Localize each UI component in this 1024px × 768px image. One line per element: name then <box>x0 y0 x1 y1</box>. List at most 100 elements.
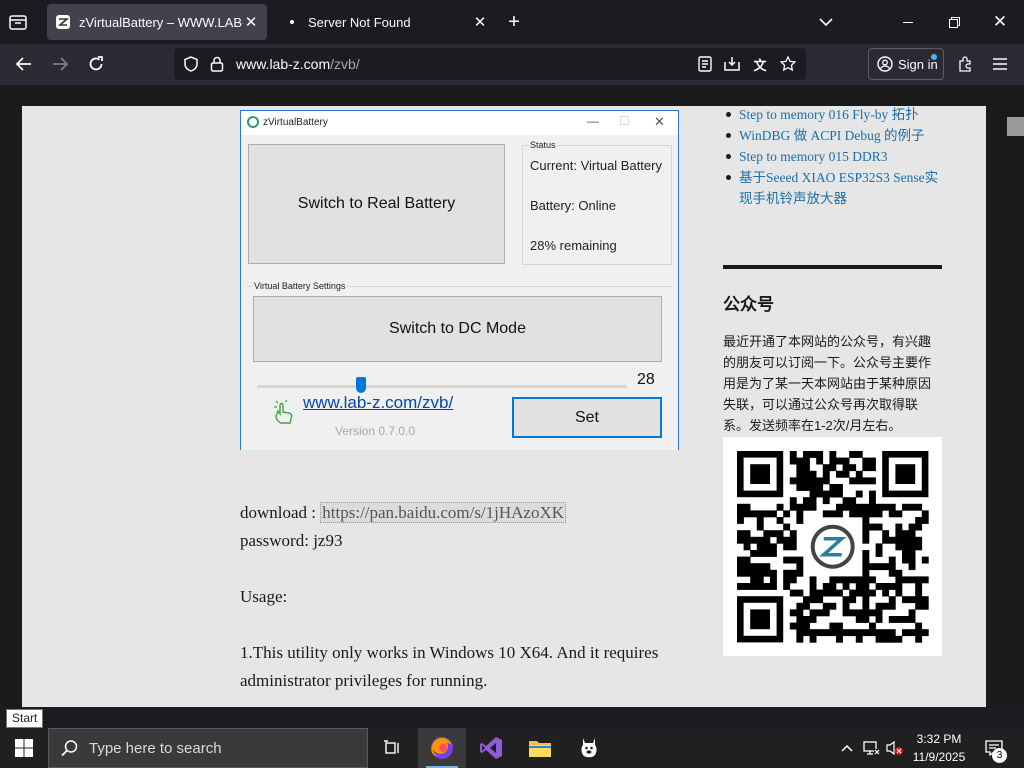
app-minimize-icon: — <box>587 114 599 128</box>
url-text[interactable]: www.lab-z.com/zvb/ <box>236 56 360 72</box>
tab-dot-icon <box>284 14 300 30</box>
reload-icon[interactable] <box>86 54 106 74</box>
download-link[interactable]: https://pan.baidu.com/s/1jHAzoXK <box>320 502 567 523</box>
bookmark-star-icon[interactable] <box>779 55 797 73</box>
taskbar-app-llama[interactable] <box>565 728 613 768</box>
slider-value: 28 <box>637 371 655 388</box>
navigation-toolbar: www.lab-z.com/zvb/ 文 Sign in <box>0 44 1024 85</box>
app-version: Version 0.7.0.0 <box>335 424 416 438</box>
page-content: zVirtualBattery — ☐ ✕ Switch to Real Bat… <box>22 106 986 707</box>
app-icon <box>247 116 259 128</box>
recent-post-item[interactable]: Step to memory 015 DDR3 <box>722 146 944 167</box>
status-legend: Status <box>529 140 557 150</box>
tab-title: Server Not Found <box>308 14 411 30</box>
battery-level-slider-thumb <box>355 377 366 393</box>
hand-pointer-icon <box>273 399 295 430</box>
download-line: download : https://pan.baidu.com/s/1jHAz… <box>240 502 567 523</box>
wechat-heading: 公众号 <box>723 295 774 314</box>
list-tabs-icon[interactable] <box>816 12 836 32</box>
search-placeholder: Type here to search <box>89 739 222 757</box>
post-link[interactable]: WinDBG 做 ACPI Debug 的例子 <box>739 125 945 146</box>
tracking-protection-icon[interactable] <box>182 55 200 73</box>
recent-post-item[interactable]: WinDBG 做 ACPI Debug 的例子 <box>722 125 944 146</box>
sidebar: Step to memory 016 Fly-by 拓扑 WinDBG 做 AC… <box>722 106 944 707</box>
close-tab-icon[interactable]: ✕ <box>243 13 259 31</box>
set-button: Set <box>512 397 662 438</box>
site-favicon-icon <box>56 15 70 29</box>
clock-date: 11/9/2025 <box>912 750 966 764</box>
scrollbar-thumb[interactable] <box>1007 117 1024 136</box>
extensions-icon[interactable] <box>955 54 975 74</box>
usage-line-2: administrator privileges for running. <box>240 671 488 690</box>
bullet <box>726 112 731 117</box>
task-view-icon <box>384 740 399 754</box>
status-groupbox: Status Current: Virtual Battery Battery:… <box>522 140 672 265</box>
url-bar[interactable]: www.lab-z.com/zvb/ 文 <box>174 48 806 80</box>
reader-view-icon[interactable] <box>696 55 714 73</box>
download-label: download : <box>240 503 317 522</box>
switch-to-real-battery-button: Switch to Real Battery <box>248 144 505 264</box>
password-line: password: jz93 <box>240 531 343 550</box>
show-hidden-icons-button[interactable] <box>838 728 856 768</box>
close-tab-icon[interactable]: ✕ <box>472 13 488 31</box>
new-tab-icon[interactable]: + <box>504 11 524 33</box>
status-remaining: 28% remaining <box>530 238 617 253</box>
tab-zvirtualbattery[interactable]: zVirtualBattery – WWW.LAB-Z.C ✕ <box>47 4 267 40</box>
sign-in-button[interactable]: Sign in <box>868 48 944 80</box>
wechat-qr-code <box>723 437 942 656</box>
forward-icon[interactable] <box>50 54 70 74</box>
action-center-button[interactable] <box>980 728 1008 768</box>
taskbar-search-input[interactable]: Type here to search <box>48 728 368 768</box>
bullet <box>726 175 731 180</box>
start-button[interactable] <box>0 728 48 768</box>
volume-button[interactable] <box>884 728 904 768</box>
lock-icon[interactable] <box>208 55 226 73</box>
back-icon[interactable] <box>14 54 34 74</box>
settings-legend: Virtual Battery Settings <box>253 281 347 291</box>
account-icon <box>877 56 893 72</box>
post-link[interactable]: 基于Seeed XIAO ESP32S3 Sense实现手机铃声放大器 <box>739 167 945 209</box>
minimize-icon[interactable] <box>898 12 918 32</box>
status-current: Current: Virtual Battery <box>530 158 662 173</box>
task-view-button[interactable] <box>368 728 416 768</box>
app-title: zVirtualBattery <box>263 117 328 128</box>
search-icon <box>61 740 78 757</box>
chevron-up-icon <box>841 744 853 752</box>
app-mascot-icon <box>581 738 597 758</box>
restore-icon[interactable] <box>944 12 964 32</box>
clock[interactable]: 3:32 PM 11/9/2025 <box>908 730 970 766</box>
tab-title: zVirtualBattery – WWW.LAB-Z.C <box>79 14 243 30</box>
status-battery: Battery: Online <box>530 198 616 213</box>
post-link[interactable]: Step to memory 016 Fly-by 拓扑 <box>739 104 945 125</box>
recent-post-item[interactable]: Step to memory 016 Fly-by 拓扑 <box>722 104 944 125</box>
close-window-icon[interactable]: ✕ <box>990 12 1010 32</box>
app-client-area: Switch to Real Battery Status Current: V… <box>241 135 678 450</box>
start-tooltip: Start <box>6 709 44 728</box>
recent-post-item[interactable]: 基于Seeed XIAO ESP32S3 Sense实现手机铃声放大器 <box>722 167 944 209</box>
notification-count-badge: 3 <box>992 748 1007 763</box>
visual-studio-icon <box>480 737 502 759</box>
taskbar-visual-studio[interactable] <box>467 728 515 768</box>
menu-icon[interactable] <box>990 54 1010 74</box>
usage-heading: Usage: <box>240 587 288 606</box>
url-host: www.lab-z.com <box>236 56 331 72</box>
taskbar-file-explorer[interactable] <box>516 728 564 768</box>
windows-logo-icon <box>15 739 33 757</box>
translate-icon[interactable]: 文 <box>751 55 769 73</box>
save-to-pocket-icon[interactable] <box>723 55 741 73</box>
firefox-view-icon[interactable] <box>8 12 28 32</box>
app-website-link: www.lab-z.com/zvb/ <box>303 393 454 412</box>
taskbar-firefox[interactable] <box>418 728 466 768</box>
url-path: /zvb/ <box>330 56 360 72</box>
clock-time: 3:32 PM <box>916 732 962 746</box>
wechat-description: 最近开通了本网站的公众号，有兴趣的朋友可以订阅一下。公众号主要作用是为了某一天本… <box>723 334 932 433</box>
app-maximize-icon: ☐ <box>619 114 630 128</box>
folder-icon <box>529 741 551 757</box>
post-link[interactable]: Step to memory 015 DDR3 <box>739 146 945 167</box>
bullet <box>726 154 731 159</box>
network-button[interactable] <box>860 728 882 768</box>
app-close-icon: ✕ <box>654 114 665 129</box>
qr-code-image <box>737 451 929 643</box>
tab-server-not-found[interactable]: Server Not Found ✕ <box>276 4 496 40</box>
page-viewport: zVirtualBattery — ☐ ✕ Switch to Real Bat… <box>0 85 1024 707</box>
